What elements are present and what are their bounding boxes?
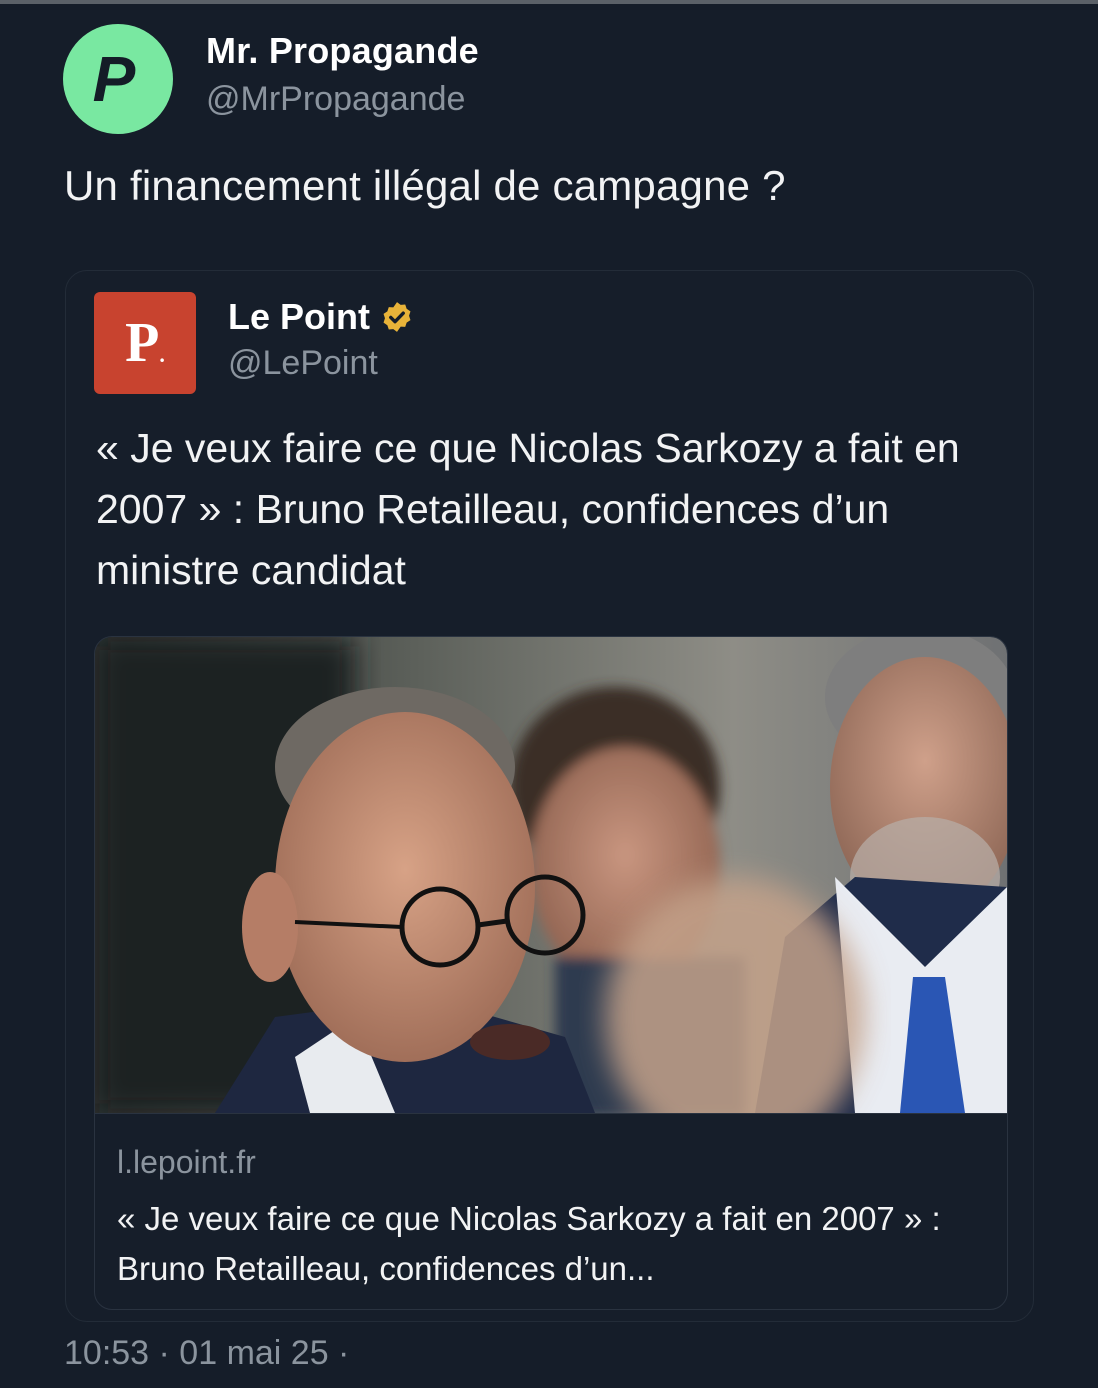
quoted-avatar-logo-dot: . (159, 342, 165, 367)
verified-badge-icon (383, 302, 411, 332)
tweet-text: Un financement illégal de campagne ? (64, 162, 786, 209)
author-avatar-logo: P (92, 43, 136, 115)
quoted-author-avatar[interactable]: P. (94, 292, 196, 394)
link-domain: l.lepoint.fr (117, 1144, 256, 1180)
quoted-author-name-row: Le Point (228, 296, 414, 338)
quoted-author-display-name[interactable]: Le Point (228, 296, 370, 338)
author-avatar[interactable]: P (63, 24, 173, 134)
quoted-author-handle[interactable]: @LePoint (228, 344, 378, 383)
link-preview-meta: l.lepoint.fr « Je veux faire ce que Nico… (95, 1113, 1007, 1309)
link-title: « Je veux faire ce que Nicolas Sarkozy a… (117, 1200, 941, 1287)
tweet-timestamp[interactable]: 10:53 · 01 mai 25 · (64, 1334, 349, 1373)
author-handle[interactable]: @MrPropagande (206, 80, 465, 119)
author-display-name[interactable]: Mr. Propagande (206, 30, 479, 72)
quoted-avatar-logo: P (125, 312, 160, 374)
news-photo (95, 637, 1007, 1113)
link-preview-image (95, 637, 1007, 1113)
quoted-tweet-text: « Je veux faire ce que Nicolas Sarkozy a… (96, 425, 960, 593)
link-preview-card[interactable]: l.lepoint.fr « Je veux faire ce que Nico… (94, 636, 1008, 1310)
